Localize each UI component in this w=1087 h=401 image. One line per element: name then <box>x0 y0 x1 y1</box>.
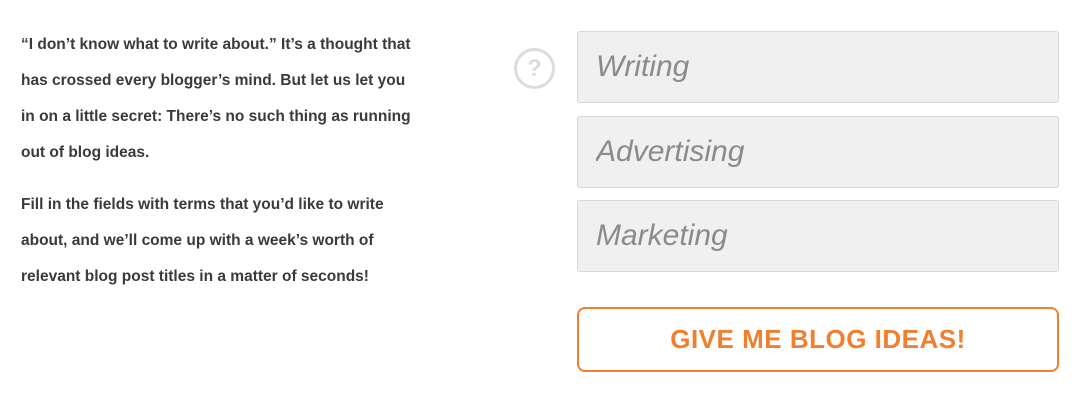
help-question-icon[interactable]: ? <box>514 48 555 89</box>
term-input-1[interactable] <box>577 31 1059 103</box>
give-me-blog-ideas-button[interactable]: GIVE ME BLOG IDEAS! <box>577 307 1059 372</box>
term-input-2[interactable] <box>577 116 1059 188</box>
instructions-paragraph: Fill in the fields with terms that you’d… <box>21 196 384 285</box>
intro-paragraph: “I don’t know what to write about.” It’s… <box>21 36 411 161</box>
blog-ideas-page: “I don’t know what to write about.” It’s… <box>0 0 1087 401</box>
intro-text: “I don’t know what to write about.” It’s… <box>21 27 411 295</box>
term-input-3[interactable] <box>577 200 1059 272</box>
